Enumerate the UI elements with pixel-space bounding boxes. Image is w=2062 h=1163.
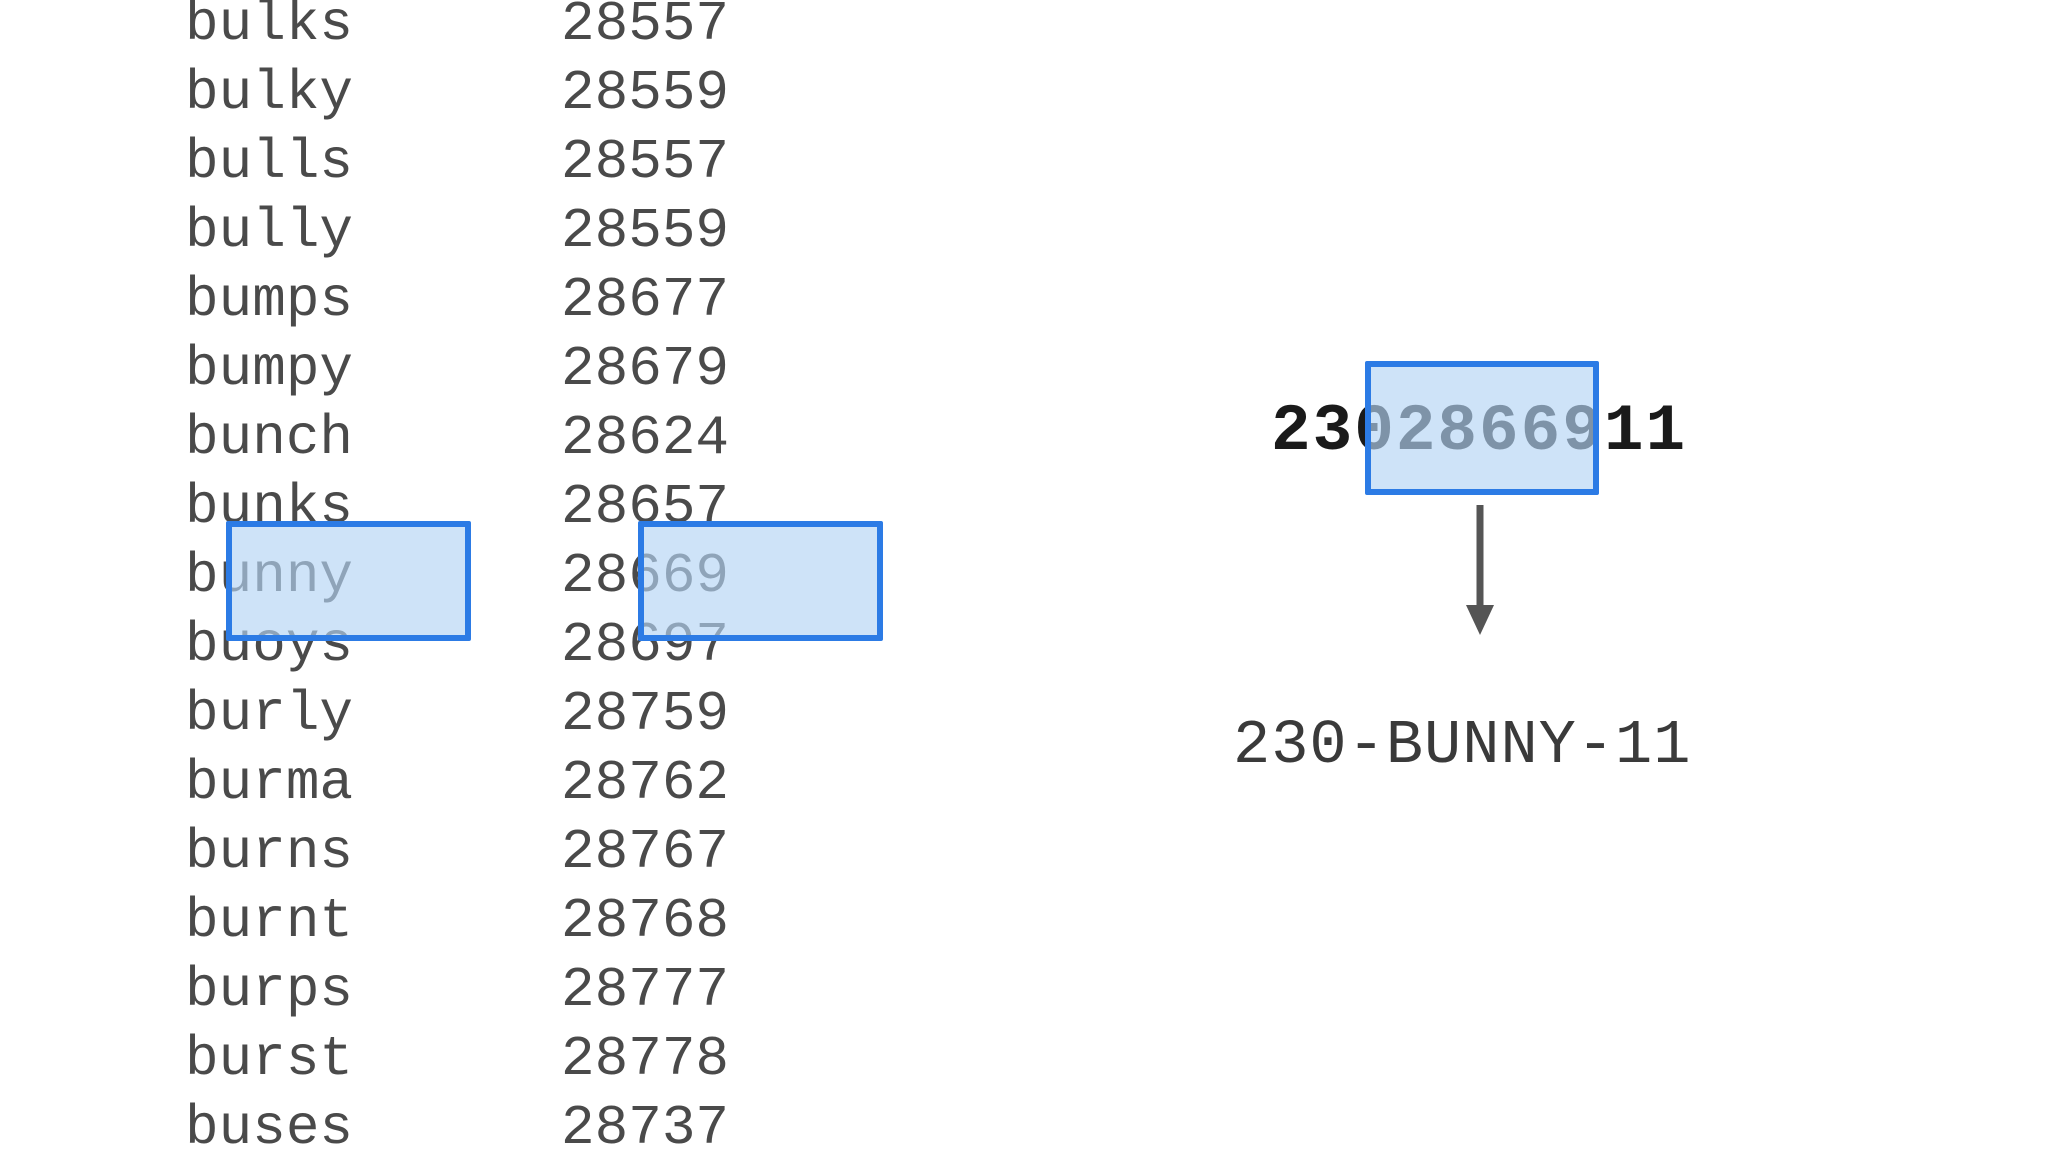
word-cell: burnt (185, 887, 561, 956)
highlight-matched-digits (1365, 361, 1599, 495)
word-cell: bulls (185, 128, 561, 197)
word-cell: burps (185, 956, 561, 1025)
number-cell: 28557 (561, 128, 729, 197)
word-cell: bunch (185, 404, 561, 473)
word-row: burnt28768 (185, 887, 729, 956)
word-row: burst28778 (185, 1025, 729, 1094)
number-cell: 28737 (561, 1094, 729, 1163)
word-row: bulky28559 (185, 59, 729, 128)
word-row: burma28762 (185, 749, 729, 818)
number-cell: 28677 (561, 266, 729, 335)
number-cell: 28768 (561, 887, 729, 956)
word-cell: bully (185, 197, 561, 266)
word-row: burps28777 (185, 956, 729, 1025)
word-cell: buses (185, 1094, 561, 1163)
highlight-selected-number (638, 521, 883, 641)
number-cell: 28624 (561, 404, 729, 473)
word-cell: bulky (185, 59, 561, 128)
word-row: bunch28624 (185, 404, 729, 473)
number-cell: 28759 (561, 680, 729, 749)
number-cell: 28778 (561, 1025, 729, 1094)
word-row: bully28559 (185, 197, 729, 266)
word-cell: burst (185, 1025, 561, 1094)
word-cell: bumpy (185, 335, 561, 404)
number-cell: 28559 (561, 197, 729, 266)
arrow-down-icon (1460, 500, 1500, 640)
word-row: bulks28557 (185, 0, 729, 59)
word-row: buses28737 (185, 1094, 729, 1163)
number-cell: 28762 (561, 749, 729, 818)
word-row: bumpy28679 (185, 335, 729, 404)
number-cell: 28777 (561, 956, 729, 1025)
word-cell: bumps (185, 266, 561, 335)
word-row: bumps28677 (185, 266, 729, 335)
word-row: burly28759 (185, 680, 729, 749)
word-row: burns28767 (185, 818, 729, 887)
number-cell: 28767 (561, 818, 729, 887)
number-cell: 28679 (561, 335, 729, 404)
highlight-selected-word (226, 521, 471, 641)
word-row: bulls28557 (185, 128, 729, 197)
word-cell: burly (185, 680, 561, 749)
word-cell: burma (185, 749, 561, 818)
number-cell: 28557 (561, 0, 729, 59)
word-cell: bulks (185, 0, 561, 59)
word-cell: burns (185, 818, 561, 887)
result-phoneword: 230-BUNNY-11 (1233, 710, 1691, 781)
number-cell: 28559 (561, 59, 729, 128)
